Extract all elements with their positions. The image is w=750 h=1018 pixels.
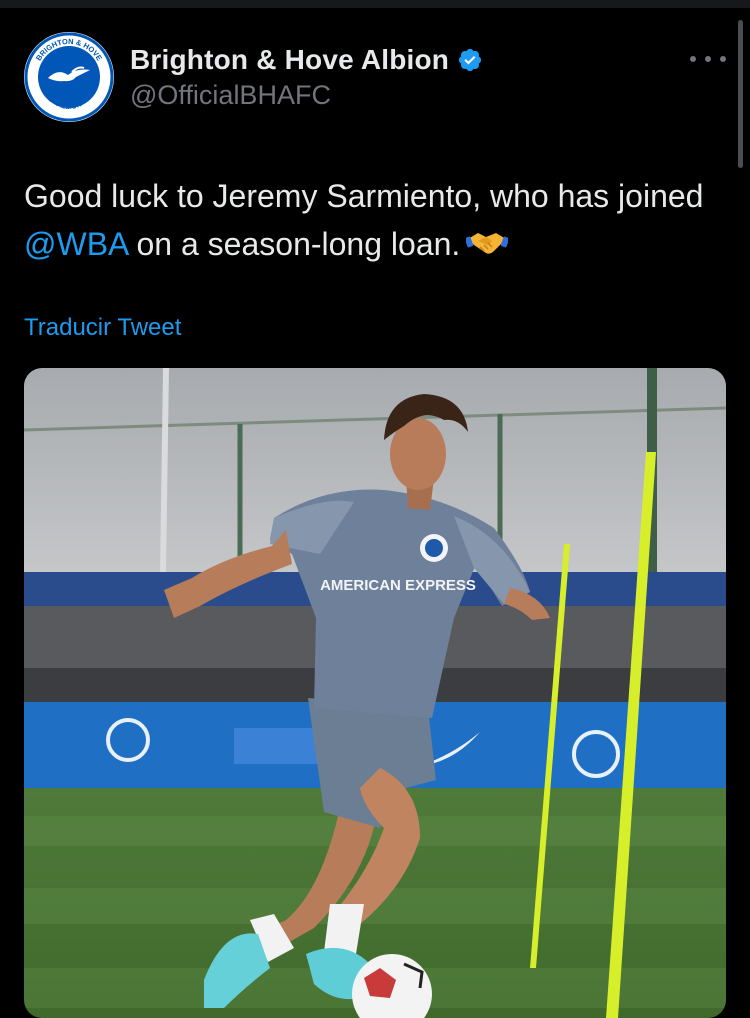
translate-tweet-link[interactable]: Traducir Tweet [24, 314, 181, 342]
account-name[interactable]: Brighton & Hove Albion [130, 44, 449, 76]
top-bar [0, 0, 750, 8]
shirt-sponsor-text: AMERICAN EXPRESS [320, 577, 476, 594]
more-options-icon[interactable] [690, 46, 726, 72]
tweet-text: Good luck to Jeremy Sarmiento, who has j… [24, 172, 724, 274]
tweet-media-photo[interactable]: AMERICAN EXPRESS [24, 368, 726, 1018]
tweet-text-part2: on a season-long loan. [127, 226, 461, 262]
mention-link[interactable]: @WBA [24, 226, 128, 262]
account-name-row[interactable]: Brighton & Hove Albion [130, 42, 483, 78]
scrollbar[interactable] [738, 20, 743, 168]
avatar[interactable]: BRIGHTON & HOVE ALBION [24, 32, 114, 122]
account-handle[interactable]: @OfficialBHAFC [130, 80, 331, 111]
brighton-crest-icon: BRIGHTON & HOVE ALBION [24, 32, 114, 122]
training-photo: AMERICAN EXPRESS [24, 368, 726, 1018]
verified-badge-icon [457, 47, 483, 73]
handshake-emoji-icon [465, 226, 510, 274]
tweet-text-part1: Good luck to Jeremy Sarmiento, who has j… [24, 178, 704, 214]
